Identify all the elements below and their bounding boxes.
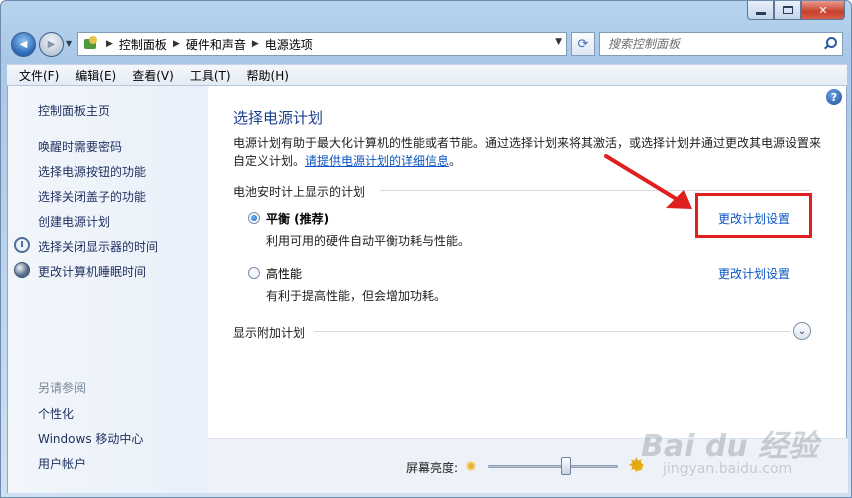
help-button[interactable]: ? (826, 89, 842, 105)
brightness-dim-icon (466, 461, 476, 471)
breadcrumb-control-panel[interactable]: 控制面板 (119, 36, 167, 53)
search-box (599, 32, 843, 56)
red-highlight-box (695, 193, 812, 238)
section-heading: 电池安时计上显示的计划 (233, 185, 366, 199)
address-bar[interactable]: ▶ 控制面板 ▶ 硬件和声音 ▶ 电源选项 ▼ (77, 32, 567, 56)
menu-help[interactable]: 帮助(H) (239, 67, 297, 84)
plan-high-performance-name[interactable]: 高性能 (266, 265, 302, 282)
navigation-bar: ◀ ▶ ▼ ▶ 控制面板 ▶ 硬件和声音 ▶ 电源选项 ▼ ⟳ (7, 29, 847, 59)
task-pane: 控制面板主页 唤醒时需要密码 选择电源按钮的功能 选择关闭盖子的功能 创建电源计… (8, 86, 208, 493)
minimize-icon (755, 11, 766, 15)
display-timer-icon (14, 237, 30, 253)
sidebar-link-user-accounts[interactable]: 用户帐户 (38, 455, 86, 472)
plan-balanced-radio[interactable] (248, 212, 260, 224)
refresh-icon: ⟳ (577, 36, 589, 52)
breadcrumb-hardware-sound[interactable]: 硬件和声音 (186, 36, 246, 53)
breadcrumb-power-options[interactable]: 电源选项 (265, 36, 313, 53)
sidebar-link-create-plan[interactable]: 创建电源计划 (38, 213, 110, 230)
recent-pages-dropdown[interactable]: ▼ (66, 39, 72, 48)
plan-details-link[interactable]: 请提供电源计划的详细信息 (305, 154, 449, 168)
breadcrumb-separator[interactable]: ▶ (173, 39, 180, 49)
baidu-watermark: Bai du 经验 jingyan.baidu.com (641, 421, 841, 491)
caption-buttons: ✕ (747, 1, 845, 20)
menu-tools[interactable]: 工具(T) (182, 67, 239, 84)
back-button[interactable]: ◀ (11, 32, 36, 57)
sidebar-link-sleep-time[interactable]: 更改计算机睡眠时间 (38, 263, 146, 280)
sidebar-link-personalization[interactable]: 个性化 (38, 405, 74, 422)
breadcrumb-separator[interactable]: ▶ (252, 39, 259, 49)
brightness-slider-track[interactable] (488, 465, 618, 468)
menu-bar: 文件(F) 编辑(E) 查看(V) 工具(T) 帮助(H) (7, 64, 847, 86)
menu-file[interactable]: 文件(F) (11, 67, 67, 84)
close-button[interactable]: ✕ (801, 1, 845, 20)
maximize-button[interactable] (774, 1, 801, 20)
forward-button[interactable]: ▶ (39, 32, 64, 57)
red-arrow-annotation (604, 154, 692, 209)
additional-plans-divider (314, 331, 790, 332)
sidebar-link-wake-password[interactable]: 唤醒时需要密码 (38, 138, 122, 155)
sidebar-link-mobility-center[interactable]: Windows 移动中心 (38, 430, 143, 447)
expand-button[interactable]: ⌄ (793, 322, 811, 340)
sidebar-link-power-button[interactable]: 选择电源按钮的功能 (38, 163, 146, 180)
chevron-down-icon: ⌄ (797, 325, 807, 337)
minimize-button[interactable] (747, 1, 774, 20)
plan-balanced-description: 利用可用的硬件自动平衡功耗与性能。 (266, 234, 471, 248)
search-input[interactable] (606, 36, 806, 52)
sidebar-link-control-panel-home[interactable]: 控制面板主页 (38, 102, 110, 119)
menu-view[interactable]: 查看(V) (124, 67, 182, 84)
page-title: 选择电源计划 (233, 109, 324, 127)
plan-balanced-name[interactable]: 平衡 (推荐) (266, 210, 329, 227)
maximize-icon (782, 6, 793, 14)
sidebar-link-lid-close[interactable]: 选择关闭盖子的功能 (38, 188, 146, 205)
close-icon: ✕ (818, 3, 828, 17)
control-panel-icon (82, 36, 100, 52)
see-also-heading: 另请参阅 (38, 381, 87, 395)
control-panel-window: ✕ ◀ ▶ ▼ ▶ 控制面板 ▶ 硬件和声音 ▶ 电源选项 ▼ ⟳ 文件(F) … (0, 0, 852, 498)
page-description: 电源计划有助于最大化计算机的性能或者节能。通过选择计划来将其激活，或选择计划并通… (233, 134, 823, 170)
forward-arrow-icon: ▶ (47, 39, 56, 50)
refresh-button[interactable]: ⟳ (571, 32, 595, 56)
sleep-moon-icon (14, 262, 30, 278)
watermark-sub: jingyan.baidu.com (663, 461, 793, 477)
back-arrow-icon: ◀ (19, 39, 28, 50)
brightness-slider-thumb[interactable] (561, 457, 571, 475)
show-additional-plans-label[interactable]: 显示附加计划 (233, 324, 305, 341)
plan-high-performance-radio[interactable] (248, 267, 260, 279)
sidebar-link-display-off[interactable]: 选择关闭显示器的时间 (38, 238, 158, 255)
description-end: 。 (449, 154, 462, 168)
menu-edit[interactable]: 编辑(E) (67, 67, 124, 84)
plan-high-performance-description: 有利于提高性能，但会增加功耗。 (266, 289, 447, 303)
address-dropdown-icon[interactable]: ▼ (555, 37, 562, 47)
search-icon[interactable] (824, 37, 837, 49)
plan-high-performance-change-settings-link[interactable]: 更改计划设置 (718, 265, 790, 282)
help-icon: ? (830, 90, 838, 104)
breadcrumb-separator: ▶ (106, 39, 113, 49)
brightness-label: 屏幕亮度: (406, 461, 459, 475)
watermark-main: Bai du 经验 (641, 429, 819, 464)
